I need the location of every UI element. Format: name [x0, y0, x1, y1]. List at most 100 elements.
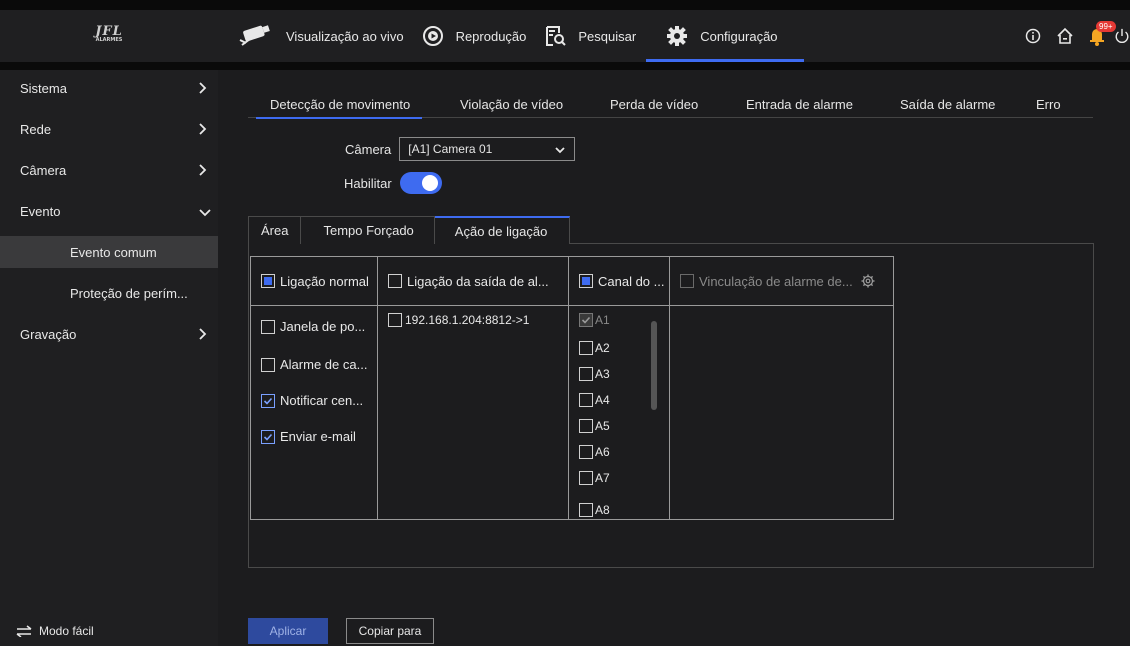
normal-linkage-header[interactable]: Ligação normal — [251, 257, 377, 306]
sidebar-item-evento-comum[interactable]: Evento comum — [0, 236, 218, 268]
playback-icon — [422, 25, 444, 47]
chevron-down-icon — [554, 144, 566, 158]
alarm-output-label: Ligação da saída de al... — [407, 273, 549, 289]
list-item[interactable]: Janela de po... — [261, 319, 365, 334]
tab-motion-detection[interactable]: Detecção de movimento — [255, 90, 423, 119]
list-item[interactable]: Enviar e-mail — [261, 429, 356, 444]
chevron-right-icon — [198, 122, 208, 139]
list-item-label: Alarme de ca... — [280, 357, 368, 372]
sidebar-item-label: Evento — [20, 203, 61, 219]
chevron-right-icon — [198, 81, 208, 98]
chevron-right-icon — [198, 163, 208, 180]
alarm-output-header[interactable]: Ligação da saída de al... — [378, 257, 568, 306]
list-item-label: Notificar cen... — [280, 393, 364, 408]
list-item[interactable]: A6 — [579, 445, 610, 459]
list-item[interactable]: A4 — [579, 393, 610, 407]
channel-checkbox[interactable] — [579, 445, 593, 459]
alarm-link-label: Vinculação de alarme de... — [699, 273, 853, 289]
search-file-icon — [544, 25, 567, 47]
nav-configuration-label: Configuração — [700, 28, 778, 44]
tab-video-loss[interactable]: Perda de vídeo — [610, 90, 698, 118]
enable-toggle[interactable] — [399, 172, 442, 194]
channel-checkbox[interactable] — [579, 419, 593, 433]
list-item-label: A7 — [595, 471, 610, 485]
logo: JFL ALARMES — [0, 10, 218, 62]
channel-a1-checkbox — [579, 313, 593, 327]
list-item-label: A4 — [595, 393, 610, 407]
settings-gear-icon[interactable] — [861, 274, 875, 288]
alarm-output-checkbox[interactable] — [388, 274, 402, 288]
nav-playback[interactable]: Reprodução — [414, 10, 537, 62]
sidebar-item-protecao-perimetro[interactable]: Proteção de perím... — [0, 277, 218, 309]
channel-scrollbar[interactable] — [651, 321, 657, 410]
sub-tabs: Área Tempo Forçado Ação de ligação — [248, 216, 571, 245]
buzzer-alarm-checkbox[interactable] — [261, 357, 275, 372]
copy-to-button[interactable]: Copiar para — [346, 618, 434, 644]
channel-checkbox[interactable] — [579, 367, 593, 381]
linkage-grid: Ligação normal Janela de po... Alarme de… — [250, 256, 894, 520]
subtab-linkage-action[interactable]: Ação de ligação — [434, 216, 571, 245]
alarm-output-item-checkbox[interactable] — [388, 313, 402, 327]
easy-mode-link[interactable]: Modo fácil — [16, 624, 94, 638]
subtab-label: Tempo Forçado — [323, 223, 414, 238]
sidebar-item-camera[interactable]: Câmera — [0, 154, 218, 186]
list-item-label: A8 — [595, 503, 610, 517]
list-item[interactable]: 192.168.1.204:8812->1 — [388, 313, 529, 327]
notification-bell-icon[interactable]: 99+ — [1082, 21, 1116, 51]
chevron-right-icon — [198, 327, 208, 344]
subtab-area[interactable]: Área — [248, 216, 302, 244]
sidebar-item-label: Evento comum — [70, 244, 157, 260]
apply-button[interactable]: Aplicar — [248, 618, 328, 644]
sidebar-item-evento[interactable]: Evento — [0, 195, 218, 227]
home-icon[interactable] — [1050, 21, 1080, 51]
sidebar-item-rede[interactable]: Rede — [0, 113, 218, 145]
sidebar: Sistema Rede Câmera Evento Evento comum … — [0, 70, 218, 646]
channel-checkbox[interactable] — [579, 274, 593, 288]
list-item[interactable]: A7 — [579, 471, 610, 485]
list-item-label: A3 — [595, 367, 610, 381]
sidebar-item-gravacao[interactable]: Gravação — [0, 318, 218, 350]
nav-configuration[interactable]: Configuração — [646, 10, 804, 62]
channel-header[interactable]: Canal do ... — [569, 257, 669, 306]
main-nav: Visualização ao vivo Reprodução Pesquisa… — [230, 10, 804, 62]
popup-window-checkbox[interactable] — [261, 319, 275, 334]
tab-video-tampering[interactable]: Violação de vídeo — [460, 90, 563, 118]
subtab-forced-time[interactable]: Tempo Forçado — [301, 216, 435, 244]
sidebar-item-sistema[interactable]: Sistema — [0, 72, 218, 104]
normal-linkage-column: Ligação normal Janela de po... Alarme de… — [251, 257, 378, 519]
nav-live-view[interactable]: Visualização ao vivo — [230, 10, 414, 62]
channel-checkbox[interactable] — [579, 471, 593, 485]
normal-linkage-checkbox[interactable] — [261, 274, 275, 288]
sidebar-item-label: Rede — [20, 121, 52, 137]
tab-label: Saída de alarme — [900, 96, 996, 112]
list-item-label: 192.168.1.204:8812->1 — [405, 313, 530, 327]
list-item[interactable]: Alarme de ca... — [261, 357, 367, 372]
sidebar-item-label: Proteção de perím... — [70, 285, 188, 301]
nav-search[interactable]: Pesquisar — [536, 10, 646, 62]
camera-label: Câmera — [345, 141, 392, 157]
info-icon[interactable] — [1018, 21, 1048, 51]
tab-alarm-input[interactable]: Entrada de alarme — [746, 90, 853, 118]
tab-error[interactable]: Erro — [1036, 90, 1061, 118]
list-item[interactable]: Notificar cen... — [261, 393, 363, 408]
send-email-checkbox[interactable] — [261, 429, 275, 444]
nav-live-view-label: Visualização ao vivo — [286, 28, 404, 44]
camera-select[interactable]: [A1] Camera 01 — [399, 137, 576, 161]
power-icon[interactable] — [1114, 21, 1130, 51]
list-item-label: A2 — [595, 341, 610, 355]
list-item[interactable]: A5 — [579, 419, 610, 433]
list-item[interactable]: A8 — [579, 497, 610, 517]
list-item-label: Enviar e-mail — [280, 429, 356, 444]
list-item[interactable]: A3 — [579, 367, 610, 381]
channel-label: Canal do ... — [598, 273, 665, 289]
channel-checkbox[interactable] — [579, 393, 593, 407]
chevron-down-icon — [198, 206, 212, 221]
tab-alarm-output[interactable]: Saída de alarme — [900, 90, 995, 118]
list-item[interactable]: A2 — [579, 341, 610, 355]
channel-checkbox[interactable] — [579, 341, 593, 355]
channel-checkbox[interactable] — [579, 503, 593, 517]
alarm-link-column: Vinculação de alarme de... — [670, 257, 894, 519]
sidebar-item-label: Câmera — [20, 162, 67, 178]
notify-center-checkbox[interactable] — [261, 393, 275, 408]
list-item-label: A6 — [595, 445, 610, 459]
